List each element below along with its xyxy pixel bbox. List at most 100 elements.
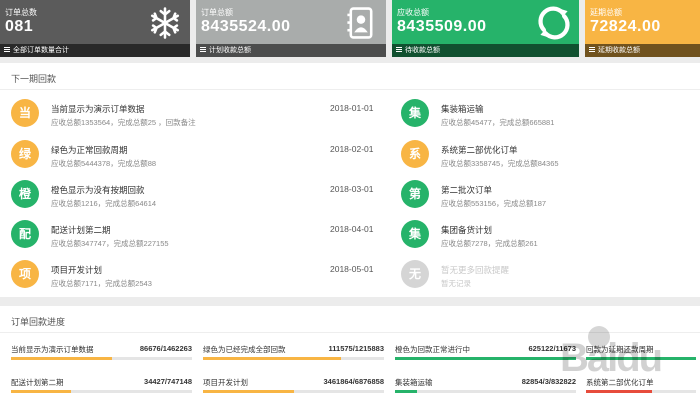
item-subtitle: 应收总额45477，完成总额665881 bbox=[441, 118, 555, 127]
stat-footer-label: 计划收款总额 bbox=[209, 47, 251, 54]
item-date: 2018-05-01 bbox=[330, 264, 374, 274]
progress-value: 82854/3/832822 bbox=[521, 377, 576, 386]
list-item[interactable]: 系 系统第二部优化订单 应收总额3358745，完成总额84365 bbox=[401, 140, 691, 172]
item-date: 2018-04-01 bbox=[330, 224, 374, 234]
progress-fill bbox=[203, 357, 341, 360]
stat-title: 应收总额 bbox=[397, 8, 429, 17]
stat-footer-label: 全部订单数量合计 bbox=[13, 47, 69, 54]
progress-item[interactable]: 橙色为回款正常进行中 625122/11673 bbox=[395, 344, 580, 370]
stat-title: 订单总数 bbox=[5, 8, 37, 17]
stat-card-receivable[interactable]: 应收总额 8435509.00 待收款总额 bbox=[392, 0, 579, 57]
progress-fill bbox=[586, 357, 696, 360]
progress-fill bbox=[395, 357, 576, 360]
stat-title: 订单总额 bbox=[201, 8, 233, 17]
progress-track bbox=[395, 390, 576, 393]
progress-item[interactable]: 当前显示为演示订单数据 86676/1462263 bbox=[11, 344, 196, 370]
stat-value: 72824.00 bbox=[590, 18, 661, 35]
avatar: 项 bbox=[11, 260, 39, 288]
item-date: 2018-03-01 bbox=[330, 184, 374, 194]
panel-title: 订单回款进度 bbox=[11, 317, 66, 327]
item-subtitle: 暂无记录 bbox=[441, 279, 471, 288]
avatar: 集 bbox=[401, 99, 429, 127]
list-item[interactable]: 项 项目开发计划 应收总额7171，完成总额2543 2018-05-01 bbox=[11, 260, 381, 292]
item-date: 2018-02-01 bbox=[330, 144, 374, 154]
item-title: 橙色显示为没有按期回款 bbox=[51, 185, 145, 195]
progress-fill bbox=[203, 390, 294, 393]
avatar: 配 bbox=[11, 220, 39, 248]
progress-value: 86676/1462263 bbox=[139, 344, 192, 353]
item-title: 暂无更多回款提醒 bbox=[441, 265, 510, 275]
menu-icon bbox=[200, 47, 206, 52]
divider bbox=[0, 89, 700, 90]
item-subtitle: 应收总额1353564，完成总额25 ，回款备注 bbox=[51, 118, 196, 127]
divider bbox=[0, 332, 700, 333]
item-title: 当前显示为演示订单数据 bbox=[51, 104, 145, 114]
progress-item[interactable]: 系统第二部优化订单 bbox=[586, 377, 700, 400]
progress-label: 集装箱运输 bbox=[395, 378, 433, 387]
progress-label: 项目开发计划 bbox=[203, 378, 248, 387]
stat-card-order-count[interactable]: 订单总数 081 全部订单数量合计 bbox=[0, 0, 190, 57]
list-item[interactable]: 第 第二批次订单 应收总额553156，完成总额187 bbox=[401, 180, 691, 212]
progress-label: 回款为延期还款周期 bbox=[586, 345, 654, 354]
snowflake-icon bbox=[150, 7, 180, 39]
address-book-icon bbox=[347, 7, 373, 39]
stat-value: 081 bbox=[5, 18, 34, 35]
progress-item[interactable]: 配送计划第二期 34427/747148 bbox=[11, 377, 196, 400]
menu-icon bbox=[396, 47, 402, 52]
item-title: 集团备货计划 bbox=[441, 225, 493, 235]
item-subtitle: 应收总额347747，完成总额227155 bbox=[51, 239, 169, 248]
progress-value: 3461864/6876858 bbox=[323, 377, 384, 386]
item-subtitle: 应收总额1216，完成总额64614 bbox=[51, 199, 157, 208]
list-item[interactable]: 当 当前显示为演示订单数据 应收总额1353564，完成总额25 ，回款备注 2… bbox=[11, 99, 381, 131]
progress-track bbox=[586, 390, 696, 393]
progress-item[interactable]: 回款为延期还款周期 bbox=[586, 344, 700, 370]
item-subtitle: 应收总额7171，完成总额2543 bbox=[51, 279, 152, 288]
progress-label: 绿色为已经完成全部回款 bbox=[203, 345, 286, 354]
stat-title: 延期总额 bbox=[590, 8, 622, 17]
stat-card-overdue[interactable]: 延期总额 72824.00 延期收款总额 bbox=[585, 0, 700, 57]
avatar: 第 bbox=[401, 180, 429, 208]
item-title: 第二批次订单 bbox=[441, 185, 493, 195]
list-item[interactable]: 集 集装箱运输 应收总额45477，完成总额665881 bbox=[401, 99, 691, 131]
refresh-leaf-icon bbox=[538, 6, 570, 40]
stat-value: 8435509.00 bbox=[397, 18, 487, 35]
item-title: 系统第二部优化订单 bbox=[441, 145, 518, 155]
avatar: 绿 bbox=[11, 140, 39, 168]
stat-footer: 延期收款总额 bbox=[585, 44, 700, 57]
next-period-panel: 下一期回款 当 当前显示为演示订单数据 应收总额1353564，完成总额25 ，… bbox=[0, 63, 700, 297]
item-subtitle: 应收总额553156，完成总额187 bbox=[441, 199, 547, 208]
item-title: 绿色为正常回款周期 bbox=[51, 145, 128, 155]
item-title: 集装箱运输 bbox=[441, 104, 484, 114]
progress-item[interactable]: 项目开发计划 3461864/6876858 bbox=[203, 377, 388, 400]
progress-label: 配送计划第二期 bbox=[11, 378, 64, 387]
progress-item[interactable]: 集装箱运输 82854/3/832822 bbox=[395, 377, 580, 400]
avatar: 当 bbox=[11, 99, 39, 127]
list-item[interactable]: 绿 绿色为正常回款周期 应收总额5444378，完成总额88 2018-02-0… bbox=[11, 140, 381, 172]
progress-track bbox=[11, 390, 192, 393]
menu-icon bbox=[589, 47, 595, 52]
progress-fill bbox=[395, 390, 417, 393]
panel-title: 下一期回款 bbox=[11, 74, 57, 84]
stat-card-order-amount[interactable]: 订单总额 8435524.00 计划收款总额 bbox=[196, 0, 386, 57]
stat-footer: 计划收款总额 bbox=[196, 44, 386, 57]
progress-value: 111575/1215883 bbox=[328, 344, 384, 353]
progress-item[interactable]: 绿色为已经完成全部回款 111575/1215883 bbox=[203, 344, 388, 370]
menu-icon bbox=[4, 47, 10, 52]
progress-fill bbox=[11, 357, 113, 360]
progress-fill bbox=[586, 390, 652, 393]
progress-track bbox=[203, 390, 384, 393]
avatar: 集 bbox=[401, 220, 429, 248]
progress-track bbox=[395, 357, 576, 360]
item-title: 配送计划第二期 bbox=[51, 225, 111, 235]
avatar: 橙 bbox=[11, 180, 39, 208]
progress-track bbox=[586, 357, 696, 360]
empty-placeholder: 无 暂无更多回款提醒 暂无记录 bbox=[401, 260, 691, 292]
list-item[interactable]: 配 配送计划第二期 应收总额347747，完成总额227155 2018-04-… bbox=[11, 220, 381, 252]
progress-label: 当前显示为演示订单数据 bbox=[11, 345, 94, 354]
progress-fill bbox=[11, 390, 71, 393]
avatar: 系 bbox=[401, 140, 429, 168]
item-title: 项目开发计划 bbox=[51, 265, 103, 275]
stat-footer: 待收款总额 bbox=[392, 44, 579, 57]
list-item[interactable]: 集 集团备货计划 应收总额7278，完成总额261 bbox=[401, 220, 691, 252]
list-item[interactable]: 橙 橙色显示为没有按期回款 应收总额1216，完成总额64614 2018-03… bbox=[11, 180, 381, 212]
